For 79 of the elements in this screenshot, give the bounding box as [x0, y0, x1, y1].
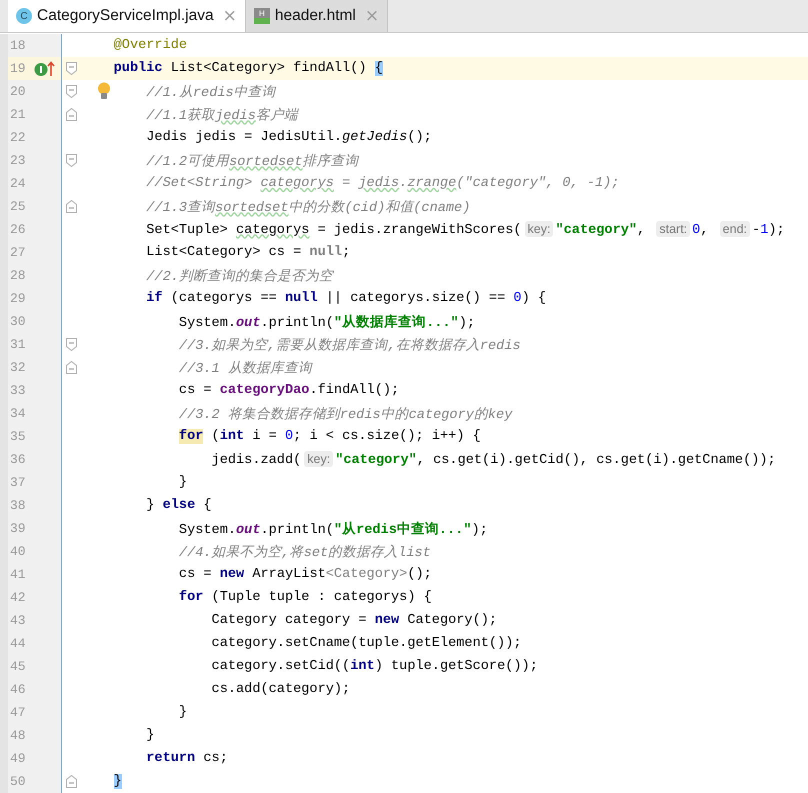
line-number: 20: [9, 84, 27, 99]
line-number: 26: [9, 222, 27, 237]
code-line: //1.3查询sortedset中的分数(cid)和值(cname): [146, 198, 470, 216]
code-line: }: [178, 705, 188, 720]
class-file-icon: C: [16, 8, 32, 24]
code-line: //3.1 从数据库查询: [178, 360, 312, 376]
code-line: System.out.println("从数据库查询...");: [178, 313, 476, 330]
code-line: //4.如果不为空,将set的数据存入list: [178, 544, 431, 560]
fold-marker-icon[interactable]: [66, 775, 77, 788]
line-number: 27: [9, 245, 27, 260]
line-number: 43: [9, 613, 27, 628]
line-number: 18: [9, 38, 27, 53]
line-number: 30: [9, 314, 27, 329]
editor-tab[interactable]: C CategoryServiceImpl.java ×: [8, 0, 246, 32]
line-number: 34: [9, 406, 27, 421]
code-line: category.setCid((int) tuple.getScore());: [212, 659, 538, 674]
line-number: 36: [9, 452, 27, 467]
line-number: 21: [9, 107, 27, 122]
fold-marker-icon[interactable]: [66, 154, 77, 167]
line-number: 37: [9, 475, 27, 490]
line-number: 49: [9, 751, 27, 766]
code-line: List<Category> cs = null;: [146, 245, 350, 260]
code-line: //3.如果为空,需要从数据库查询,在将数据存入redis: [178, 336, 521, 354]
line-number: 28: [9, 268, 27, 283]
line-number: 38: [9, 498, 27, 513]
code-line: } else {: [146, 498, 212, 513]
fold-marker-icon[interactable]: [66, 85, 77, 98]
fold-marker-icon[interactable]: [66, 361, 77, 374]
code-line: for (int i = 0; i < cs.size(); i++) {: [178, 429, 481, 444]
code-line: @Override: [114, 38, 188, 53]
line-number: 44: [9, 636, 27, 651]
code-line: return cs;: [146, 751, 228, 766]
line-number: 47: [9, 705, 27, 720]
code-line: //3.2 将集合数据存储到redis中的category的key: [178, 406, 512, 422]
html-file-icon: H: [254, 8, 270, 24]
line-number: 48: [9, 728, 27, 743]
editor-tab[interactable]: H header.html ×: [246, 0, 388, 32]
code-line: Set<Tuple> categorys = jedis.zrangeWithScores( key: "category", start: 0, end: -1);: [146, 222, 785, 238]
lightbulb-icon[interactable]: [97, 82, 111, 100]
line-number: 41: [9, 567, 27, 582]
line-number: 23: [9, 153, 27, 168]
code-line: category.setCname(tuple.getElement());: [212, 636, 522, 651]
code-line: for (Tuple tuple : categorys) {: [178, 590, 432, 605]
line-number: 42: [9, 590, 27, 605]
fold-marker-icon[interactable]: [66, 62, 77, 75]
fold-marker-icon[interactable]: [66, 108, 77, 121]
code-line: System.out.println("从redis中查询...");: [178, 520, 488, 538]
code-line: Category category = new Category();: [212, 613, 498, 628]
line-number: 25: [9, 199, 27, 214]
code-line: //1.从redis中查询: [146, 84, 276, 100]
line-number: 39: [9, 521, 27, 536]
fold-marker-icon[interactable]: [66, 338, 77, 351]
code-line: public List<Category> findAll() {: [114, 61, 383, 76]
code-line: //Set<String> categorys = jedis.zrange("category", 0, -1);: [146, 176, 620, 191]
line-number: 50: [9, 774, 27, 789]
line-number: 22: [9, 130, 27, 145]
code-line: //2.判断查询的集合是否为空: [146, 268, 333, 284]
line-number: 29: [9, 291, 27, 306]
line-number: 40: [9, 544, 27, 559]
implemented-marker-icon[interactable]: [34, 60, 56, 76]
line-number: 46: [9, 682, 27, 697]
code-line: }: [146, 728, 154, 743]
code-line: cs = categoryDao.findAll();: [178, 383, 400, 398]
line-number: 31: [9, 337, 27, 352]
line-number: 35: [9, 429, 27, 444]
line-number: 45: [9, 659, 27, 674]
line-number: 32: [9, 360, 27, 375]
code-line: cs.add(category);: [212, 682, 350, 697]
line-number: 19: [9, 61, 27, 76]
code-line: cs = new ArrayList<Category>();: [178, 567, 432, 582]
code-line: //1.1获取jedis客户端: [146, 106, 298, 124]
fold-marker-icon[interactable]: [66, 200, 77, 213]
code-line: jedis.zadd( key: "category", cs.get(i).getCid(), cs.get(i).getCname());: [212, 452, 776, 468]
line-number: 33: [9, 383, 27, 398]
code-line: Jedis jedis = JedisUtil.getJedis();: [146, 130, 432, 145]
code-line: //1.2可使用sortedset排序查询: [146, 152, 358, 170]
code-line: if (categorys == null || categorys.size() == 0) {: [146, 291, 546, 306]
line-number: 24: [9, 176, 27, 191]
code-line: }: [178, 475, 188, 490]
